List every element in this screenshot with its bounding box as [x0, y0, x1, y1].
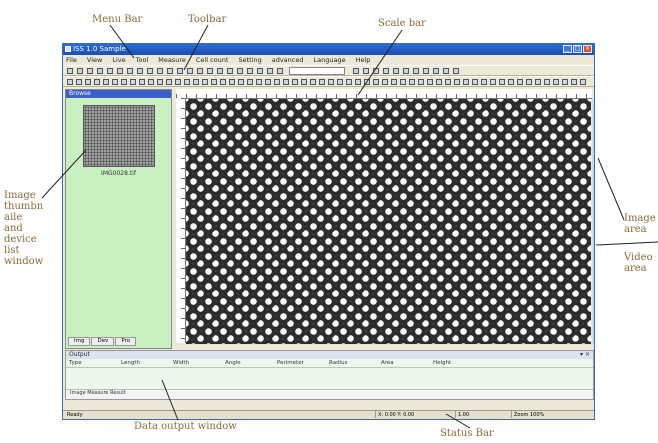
annotation-pointers: [41, 24, 658, 429]
pointer-thumbnail: [41, 149, 87, 199]
pointer-scale-bar: [357, 29, 403, 96]
pointer-status-bar: [445, 413, 471, 429]
pointer-menu-bar: [109, 24, 135, 59]
pointer-image-area: [597, 157, 625, 221]
pointer-video-area: [595, 241, 658, 246]
pointer-toolbar: [183, 24, 209, 71]
pointer-data-output: [161, 379, 179, 421]
